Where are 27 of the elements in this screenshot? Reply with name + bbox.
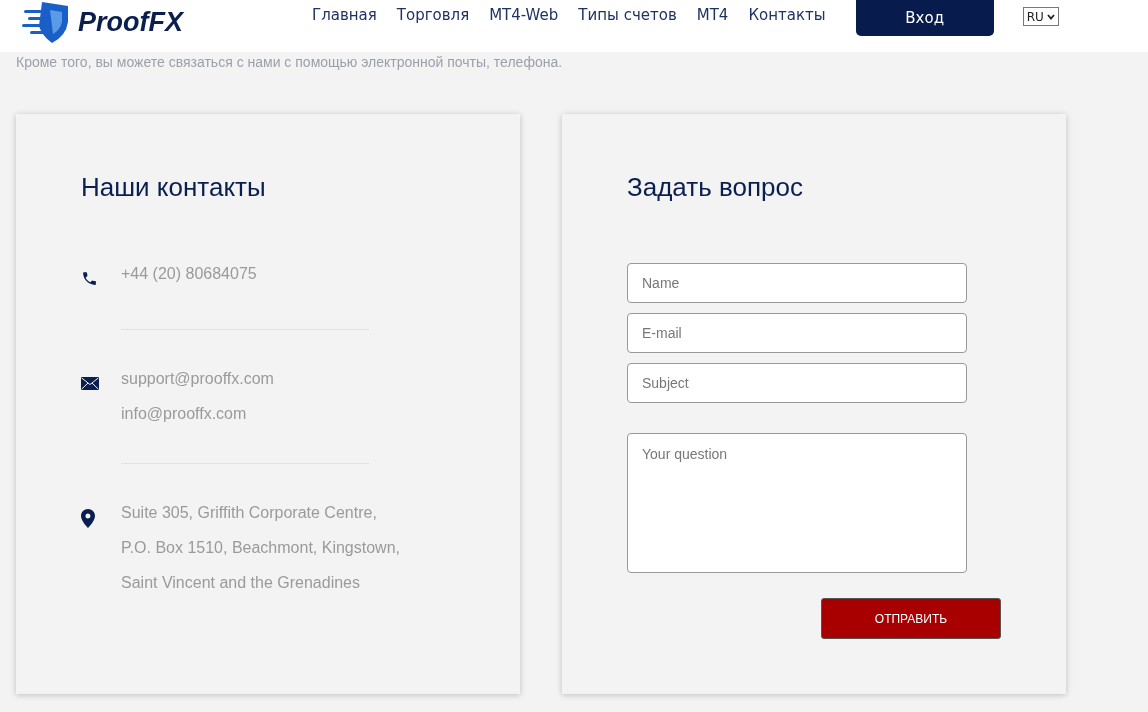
submit-button[interactable]: ОТПРАВИТЬ bbox=[821, 598, 1001, 639]
contact-text: P.O. Box 1510, Beachmont, Kingstown, bbox=[121, 538, 400, 558]
nav-link[interactable]: MT4 bbox=[696, 6, 729, 24]
intro-text: Кроме того, вы можете связаться с нами с помощью электронной почты, телефона. bbox=[15, 53, 564, 72]
form-heading: Задать вопрос bbox=[627, 172, 804, 203]
contact-text: Suite 305, Griffith Corporate Centre, bbox=[121, 503, 378, 523]
input-field[interactable]: Name bbox=[627, 263, 967, 303]
contact-text: support@prooffx.com bbox=[121, 369, 274, 389]
location-pin-icon bbox=[81, 509, 95, 528]
question-field[interactable]: Your question bbox=[627, 433, 967, 573]
contact-text: +44 (20) 80684075 bbox=[121, 264, 257, 284]
login-button[interactable]: Вход bbox=[855, 0, 994, 36]
language-select[interactable]: RU bbox=[1022, 7, 1059, 26]
nav-link[interactable]: Торговля bbox=[396, 6, 470, 24]
nav-link[interactable]: Контакты bbox=[748, 6, 826, 24]
contact-text: Saint Vincent and the Grenadines bbox=[121, 573, 361, 593]
envelope-icon bbox=[81, 377, 99, 390]
contacts-heading: Наши контакты bbox=[81, 172, 267, 203]
input-field[interactable]: Subject bbox=[627, 363, 967, 403]
phone-icon bbox=[81, 270, 98, 287]
nav-link[interactable]: Главная bbox=[312, 6, 377, 24]
nav-link[interactable]: Типы счетов bbox=[578, 6, 677, 24]
contact-text: info@prooffx.com bbox=[121, 404, 248, 424]
brand-name: ProofFX bbox=[78, 6, 183, 38]
chevron-down-icon bbox=[1046, 13, 1055, 20]
nav-link[interactable]: MT4-Web bbox=[489, 6, 559, 24]
input-field[interactable]: E-mail bbox=[627, 313, 967, 353]
